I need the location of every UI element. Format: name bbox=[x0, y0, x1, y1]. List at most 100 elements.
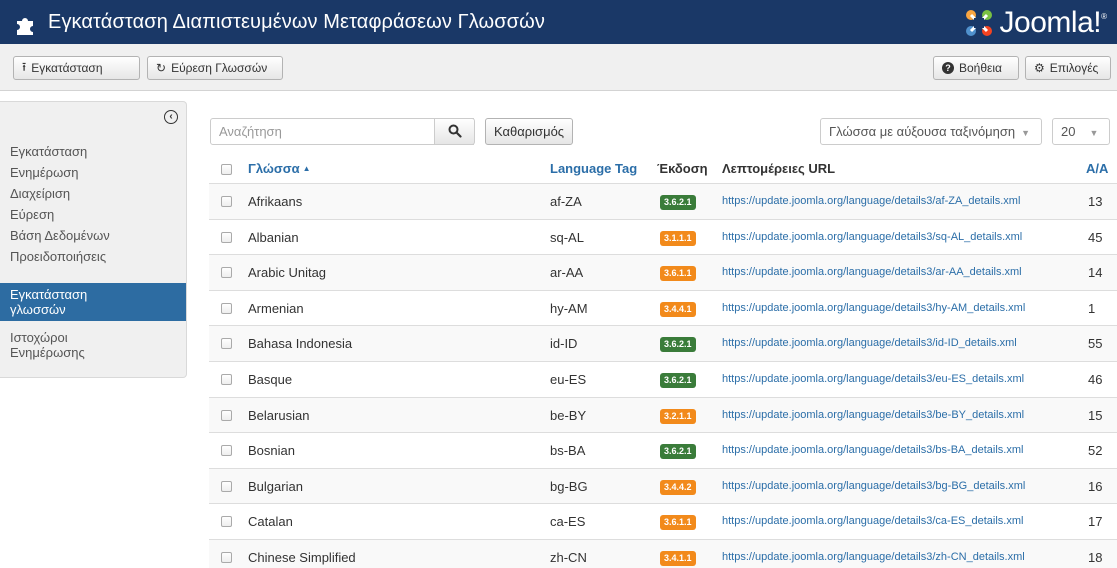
sidebar-item-install[interactable]: Εγκατάσταση bbox=[10, 144, 87, 159]
joomla-logo-text: Joomla! bbox=[999, 6, 1102, 39]
language-tag: af-ZA bbox=[550, 194, 582, 209]
table-row: Bahasa Indonesia id-ID 3.6.2.1 https://upda… bbox=[209, 325, 1117, 361]
details-url-link[interactable]: https://update.joomla.org/language/detai… bbox=[722, 220, 1022, 255]
limit-select[interactable]: 20 ▼ bbox=[1052, 118, 1110, 145]
version-badge: 3.4.4.2 bbox=[660, 479, 696, 495]
chevron-down-icon: ▼ bbox=[1021, 128, 1031, 138]
row-checkbox[interactable] bbox=[221, 302, 232, 314]
puzzle-icon bbox=[17, 17, 33, 35]
details-url-link[interactable]: https://update.joomla.org/language/detai… bbox=[722, 291, 1025, 326]
version-badge: 3.4.1.1 bbox=[660, 551, 696, 567]
limit-select-value: 20 bbox=[1061, 124, 1076, 139]
toolbar: ⭱ Εγκατάσταση ↻ Εύρεση Γλωσσών ? Βοήθεια… bbox=[0, 44, 1117, 91]
options-button[interactable]: ⚙ Επιλογές bbox=[1025, 56, 1111, 80]
table-row: Bulgarian bg-BG 3.4.4.2 https://update.joom… bbox=[209, 467, 1117, 504]
language-tag: bs-BA bbox=[550, 443, 586, 459]
sort-select[interactable]: Γλώσσα με αύξουσα ταξινόμηση ▼ bbox=[820, 118, 1042, 145]
select-all-checkbox[interactable] bbox=[221, 164, 232, 175]
language-tag: id-ID bbox=[550, 336, 578, 352]
install-button[interactable]: ⭱ Εγκατάσταση bbox=[13, 56, 140, 80]
version-badge: 3.1.1.1 bbox=[660, 230, 696, 246]
chevron-down-icon: ▼ bbox=[1089, 128, 1099, 138]
table-row: Afrikaans af-ZA 3.6.2.1 https://update.joom… bbox=[209, 183, 1117, 219]
row-checkbox[interactable] bbox=[221, 338, 232, 350]
search-button[interactable] bbox=[434, 118, 475, 145]
version-badge: 3.6.2.1 bbox=[660, 195, 696, 211]
row-checkbox[interactable] bbox=[221, 196, 232, 207]
row-checkbox[interactable] bbox=[221, 480, 232, 492]
help-icon: ? bbox=[942, 62, 954, 74]
row-checkbox[interactable] bbox=[221, 516, 232, 528]
column-id[interactable]: A/A bbox=[1086, 155, 1108, 183]
row-id: 13 bbox=[1088, 194, 1103, 209]
sidebar-item-discover[interactable]: Εύρεση bbox=[10, 207, 54, 222]
details-url-link[interactable]: https://update.joomla.org/language/detai… bbox=[722, 255, 1022, 290]
sort-asc-icon: ▲ bbox=[302, 164, 311, 173]
details-url-link[interactable]: https://update.joomla.org/language/detai… bbox=[722, 184, 1020, 219]
row-id: 55 bbox=[1088, 336, 1103, 352]
help-button[interactable]: ? Βοήθεια bbox=[933, 56, 1019, 80]
details-url-link[interactable]: https://update.joomla.org/language/detai… bbox=[722, 469, 1025, 504]
sidebar: ‹ Εγκατάσταση Ενημέρωση Διαχείριση Εύρεσ… bbox=[0, 101, 187, 378]
options-button-label: Επιλογές bbox=[1049, 61, 1099, 75]
row-id: 16 bbox=[1088, 478, 1103, 494]
language-tag: ca-ES bbox=[550, 514, 586, 530]
row-checkbox[interactable] bbox=[221, 445, 232, 457]
details-url-link[interactable]: https://update.joomla.org/language/detai… bbox=[722, 540, 1025, 568]
language-name: Catalan bbox=[248, 514, 293, 530]
row-checkbox[interactable] bbox=[221, 374, 232, 385]
details-url-link[interactable]: https://update.joomla.org/language/detai… bbox=[722, 326, 1017, 361]
language-tag: ar-AA bbox=[550, 265, 584, 281]
gear-icon: ⚙ bbox=[1034, 61, 1045, 75]
sidebar-item-update-sites-line2[interactable]: Ενημέρωσης bbox=[10, 345, 85, 360]
registered-mark: ® bbox=[1101, 12, 1107, 21]
help-button-label: Βοήθεια bbox=[959, 61, 1002, 75]
row-checkbox[interactable] bbox=[221, 552, 232, 563]
column-version: Έκδοση bbox=[657, 161, 708, 176]
upload-icon: ⭱ bbox=[22, 59, 27, 74]
row-id: 17 bbox=[1088, 514, 1103, 530]
language-tag: be-BY bbox=[550, 407, 587, 423]
version-badge: 3.6.1.1 bbox=[660, 266, 696, 282]
table-row: Belarusian be-BY 3.2.1.1 https://update.joo… bbox=[209, 396, 1117, 433]
details-url-link[interactable]: https://update.joomla.org/language/detai… bbox=[722, 398, 1024, 433]
row-checkbox[interactable] bbox=[221, 267, 232, 279]
language-name: Bosnian bbox=[248, 443, 295, 459]
sort-select-value: Γλώσσα με αύξουσα ταξινόμηση bbox=[829, 124, 1016, 139]
table-row: Bosnian bs-BA 3.6.2.1 https://update.joomla… bbox=[209, 432, 1117, 468]
row-id: 46 bbox=[1088, 372, 1103, 387]
find-languages-label: Εύρεση Γλωσσών bbox=[171, 61, 268, 75]
sidebar-item-manage[interactable]: Διαχείριση bbox=[10, 186, 70, 201]
table-row: Catalan ca-ES 3.6.1.1 https://update.joomla… bbox=[209, 503, 1117, 539]
details-url-link[interactable]: https://update.joomla.org/language/detai… bbox=[722, 433, 1023, 468]
language-name: Belarusian bbox=[248, 407, 310, 423]
version-badge: 3.4.4.1 bbox=[660, 301, 696, 317]
version-badge: 3.6.1.1 bbox=[660, 515, 696, 531]
sidebar-item-label: Εγκατάσταση bbox=[10, 287, 88, 302]
sidebar-item-update-sites[interactable]: Ιστοχώροι bbox=[10, 330, 68, 345]
column-language[interactable]: Γλώσσα ▲ bbox=[248, 155, 311, 183]
language-tag: zh-CN bbox=[550, 550, 587, 565]
sidebar-item-warnings[interactable]: Προειδοποιήσεις bbox=[10, 249, 106, 264]
details-url-link[interactable]: https://update.joomla.org/language/detai… bbox=[722, 362, 1024, 397]
find-languages-button[interactable]: ↻ Εύρεση Γλωσσών bbox=[147, 56, 283, 80]
collapse-sidebar-icon[interactable]: ‹ bbox=[164, 110, 178, 124]
row-id: 1 bbox=[1088, 300, 1096, 316]
page-title: Εγκατάσταση Διαπιστευμένων Μεταφράσεων Γ… bbox=[48, 10, 545, 33]
joomla-logo[interactable]: Joomla! ® bbox=[962, 6, 1107, 40]
row-id: 15 bbox=[1088, 407, 1103, 423]
row-checkbox[interactable] bbox=[221, 231, 232, 243]
sidebar-item-install-languages[interactable]: Εγκατάσταση γλωσσών bbox=[0, 283, 186, 321]
version-badge: 3.6.2.1 bbox=[660, 337, 696, 353]
table-row: Basque eu-ES 3.6.2.1 https://update.joomla.… bbox=[209, 361, 1117, 397]
table-header: Γλώσσα ▲ Language Tag Έκδοση Λεπτομέρειες… bbox=[209, 155, 1117, 183]
clear-button[interactable]: Καθαρισμός bbox=[485, 118, 574, 145]
row-id: 45 bbox=[1088, 229, 1103, 245]
row-checkbox[interactable] bbox=[221, 409, 232, 421]
details-url-link[interactable]: https://update.joomla.org/language/detai… bbox=[722, 504, 1023, 539]
version-badge: 3.6.2.1 bbox=[660, 373, 696, 389]
app-header: Εγκατάσταση Διαπιστευμένων Μεταφράσεων Γ… bbox=[0, 0, 1117, 44]
column-language-tag[interactable]: Language Tag bbox=[550, 155, 637, 183]
sidebar-item-update[interactable]: Ενημέρωση bbox=[10, 165, 79, 180]
sidebar-item-database[interactable]: Βάση Δεδομένων bbox=[10, 228, 110, 243]
